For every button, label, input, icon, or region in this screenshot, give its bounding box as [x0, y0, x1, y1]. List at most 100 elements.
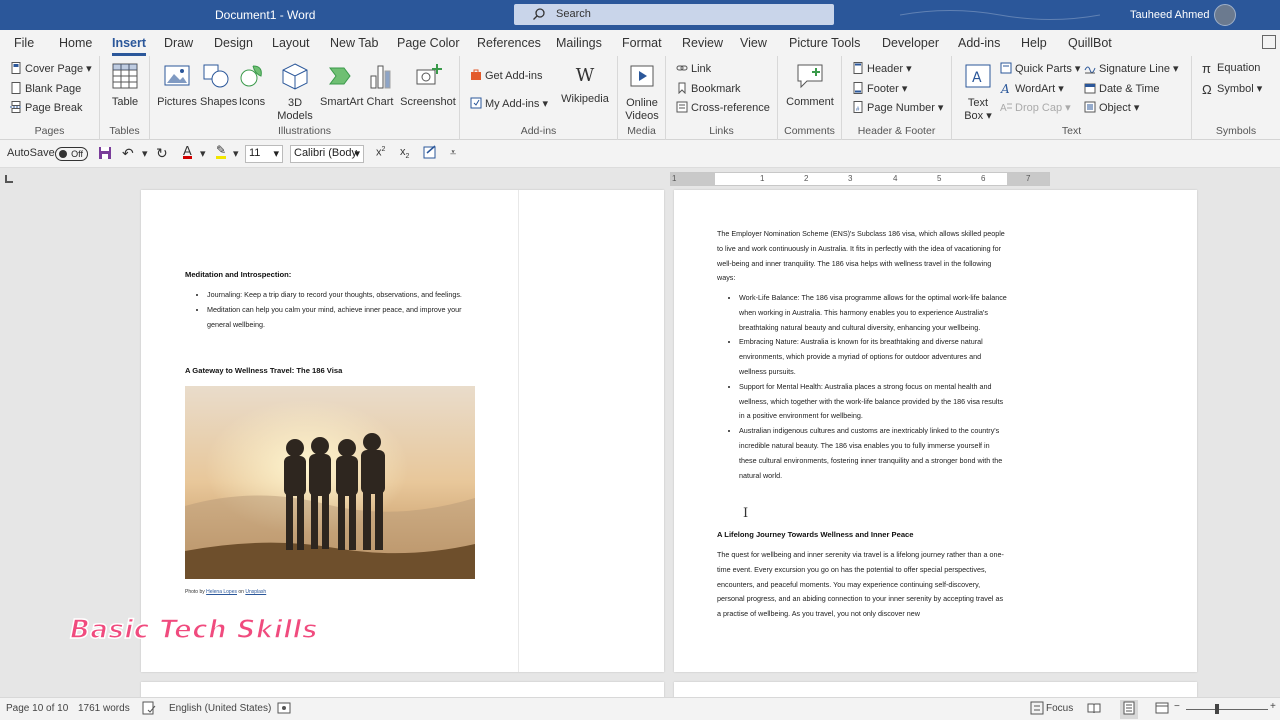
zoom-in-icon[interactable]: +	[1270, 701, 1276, 712]
caption-site-link[interactable]: Unsplash	[245, 589, 266, 595]
print-layout-icon[interactable]	[1120, 700, 1138, 719]
quick-parts-button[interactable]: Quick Parts ▾	[1000, 62, 1080, 75]
store-icon	[471, 69, 481, 80]
group-header-footer: Header ▾ Footer ▾ # Page Number ▾ Header …	[842, 56, 952, 140]
3d-models-button[interactable]: 3D Models	[274, 62, 316, 123]
tab-picture-tools[interactable]: Picture Tools	[789, 36, 860, 50]
bookmark-button[interactable]: Bookmark	[676, 82, 741, 95]
undo-icon[interactable]: ↶	[122, 145, 134, 162]
text-box-button[interactable]: A Text Box ▾	[958, 62, 998, 123]
wikipedia-button[interactable]: W Wikipedia	[556, 62, 614, 105]
word-count[interactable]: 1761 words	[78, 703, 130, 714]
tab-review[interactable]: Review	[682, 36, 723, 50]
my-add-ins-button[interactable]: My Add-ins ▾	[470, 97, 548, 110]
tab-help[interactable]: Help	[1021, 36, 1047, 50]
language[interactable]: English (United States)	[169, 703, 271, 714]
user-name[interactable]: Tauheed Ahmed	[1130, 9, 1210, 21]
footer-button[interactable]: Footer ▾	[852, 82, 907, 95]
horizontal-ruler[interactable]: 1 1 2 3 4 5 6 7	[670, 172, 1050, 186]
undo-dropdown-icon[interactable]: ▾	[142, 147, 148, 160]
signature-line-button[interactable]: Signature Line ▾	[1084, 62, 1179, 75]
shapes-button[interactable]: Shapes	[200, 62, 237, 108]
font-color-dropdown-icon[interactable]: ▾	[200, 147, 206, 160]
ribbon-display-options-icon[interactable]	[1262, 35, 1276, 49]
tab-design[interactable]: Design	[214, 36, 253, 50]
subscript-icon[interactable]: x2	[400, 146, 409, 160]
zoom-slider-thumb[interactable]	[1215, 704, 1219, 714]
object-button[interactable]: Object ▾	[1084, 101, 1139, 114]
tab-layout[interactable]: Layout	[272, 36, 310, 50]
photo-friends-sunset[interactable]	[185, 386, 475, 579]
save-icon[interactable]	[98, 146, 112, 163]
caption-author-link[interactable]: Helena Lopes	[206, 589, 237, 595]
zoom-out-icon[interactable]: −	[1174, 701, 1180, 712]
tab-file[interactable]: File	[14, 36, 34, 50]
tab-add-ins[interactable]: Add-ins	[958, 36, 1000, 50]
search-box[interactable]: Search	[514, 4, 834, 25]
comment-button[interactable]: Comment	[784, 62, 836, 108]
tab-draw[interactable]: Draw	[164, 36, 193, 50]
page-number-button[interactable]: # Page Number ▾	[852, 101, 943, 114]
autosave-toggle[interactable]: Off	[55, 147, 88, 161]
font-size-select[interactable]: 11 ▾	[245, 145, 283, 163]
ruler-left-margin	[671, 173, 715, 185]
cross-reference-button[interactable]: Cross-reference	[676, 101, 770, 114]
screenshot-button[interactable]: Screenshot	[400, 62, 456, 108]
shapes-icon	[203, 64, 229, 88]
highlight-dropdown-icon[interactable]: ▾	[233, 147, 239, 160]
tab-quillbot[interactable]: QuillBot	[1068, 36, 1112, 50]
tab-format[interactable]: Format	[622, 36, 662, 50]
date-time-button[interactable]: Date & Time	[1084, 82, 1160, 95]
drop-cap-button[interactable]: A Drop Cap ▾	[1000, 101, 1071, 114]
chart-icon	[370, 65, 391, 89]
tab-references[interactable]: References	[477, 36, 541, 50]
font-name-select[interactable]: Calibri (Body ▾	[290, 145, 364, 163]
signature-line-label: Signature Line	[1099, 63, 1170, 75]
tab-home[interactable]: Home	[59, 36, 92, 50]
redo-icon[interactable]: ↻	[156, 145, 168, 162]
wordart-icon: A	[1000, 82, 1010, 94]
highlight-icon[interactable]: ✎	[216, 144, 227, 159]
font-color-icon[interactable]: A	[183, 144, 192, 159]
symbol-button[interactable]: Ω Symbol ▾	[1202, 82, 1262, 96]
get-add-ins-button[interactable]: Get Add-ins	[470, 69, 542, 82]
accessibility-icon[interactable]	[277, 701, 291, 718]
chart-button[interactable]: Chart	[364, 62, 396, 108]
page-count[interactable]: Page 10 of 10	[6, 703, 68, 714]
proofing-icon[interactable]	[142, 701, 156, 718]
table-button[interactable]: Table	[108, 62, 142, 108]
link-button[interactable]: Link	[676, 62, 711, 75]
cover-page-button[interactable]: Cover Page ▾	[10, 62, 92, 75]
pictures-button[interactable]: Pictures	[156, 62, 198, 108]
tab-developer[interactable]: Developer	[882, 36, 939, 50]
tab-selector-icon[interactable]	[5, 175, 13, 183]
wordart-button[interactable]: A WordArt ▾	[1000, 82, 1064, 95]
page-break-button[interactable]: Page Break	[10, 101, 82, 114]
tab-view[interactable]: View	[740, 36, 767, 50]
online-videos-button[interactable]: Online Videos	[622, 62, 662, 123]
customize-toolbar-icon[interactable]: ⩡	[450, 147, 456, 160]
right-bullet-list: Work-Life Balance: The 186 visa programm…	[717, 291, 1007, 483]
header-button[interactable]: Header ▾	[852, 62, 912, 75]
superscript-icon[interactable]: x2	[376, 146, 385, 159]
web-layout-icon[interactable]	[1155, 701, 1169, 718]
avatar[interactable]	[1214, 4, 1236, 26]
focus-mode-label[interactable]: Focus	[1046, 703, 1073, 714]
tab-page-color[interactable]: Page Color	[397, 36, 460, 50]
smartart-button[interactable]: SmartArt	[320, 62, 363, 108]
cover-page-label: Cover Page	[25, 63, 84, 75]
group-comments-label: Comments	[784, 125, 835, 137]
font-name-chevron-icon: ▾	[354, 148, 360, 160]
equation-button[interactable]: π Equation	[1202, 62, 1260, 75]
focus-icon[interactable]	[1030, 701, 1044, 718]
zoom-slider[interactable]	[1186, 709, 1268, 710]
icons-button[interactable]: Icons	[236, 62, 268, 108]
blank-page-button[interactable]: Blank Page	[10, 82, 81, 95]
track-changes-icon[interactable]	[423, 145, 438, 163]
tab-new-tab[interactable]: New Tab	[330, 36, 378, 50]
3d-models-label-2: Models	[277, 110, 313, 122]
caption-prefix: Photo by	[185, 589, 207, 595]
tab-mailings[interactable]: Mailings	[556, 36, 602, 50]
tab-insert[interactable]: Insert	[112, 36, 147, 56]
read-mode-icon[interactable]	[1087, 701, 1101, 718]
